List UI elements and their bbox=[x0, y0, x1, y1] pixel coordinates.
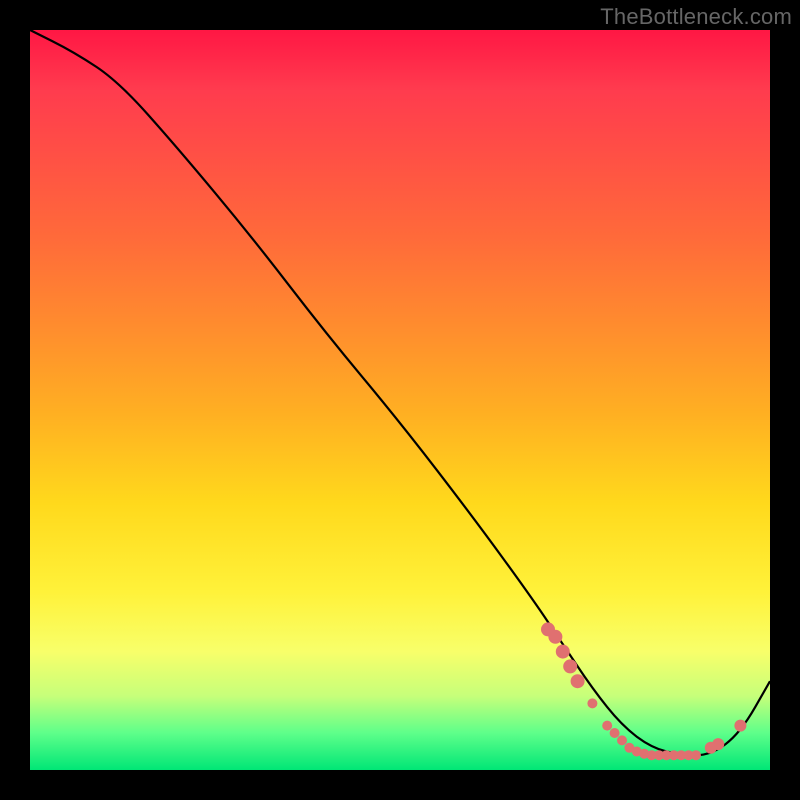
highlight-dot bbox=[563, 659, 577, 673]
highlight-dot bbox=[571, 674, 585, 688]
highlight-dot bbox=[556, 645, 570, 659]
highlight-dot bbox=[691, 750, 701, 760]
highlight-dot bbox=[617, 735, 627, 745]
highlight-dot bbox=[712, 738, 724, 750]
watermark-text: TheBottleneck.com bbox=[600, 4, 792, 30]
plot-area bbox=[30, 30, 770, 770]
highlight-dot bbox=[548, 630, 562, 644]
chart-svg bbox=[30, 30, 770, 770]
highlight-dot bbox=[610, 728, 620, 738]
highlight-dot bbox=[602, 721, 612, 731]
chart-frame: TheBottleneck.com bbox=[0, 0, 800, 800]
bottleneck-curve bbox=[30, 30, 770, 755]
highlight-dot bbox=[734, 720, 746, 732]
highlight-dot bbox=[587, 698, 597, 708]
highlight-dots-group bbox=[541, 622, 746, 760]
